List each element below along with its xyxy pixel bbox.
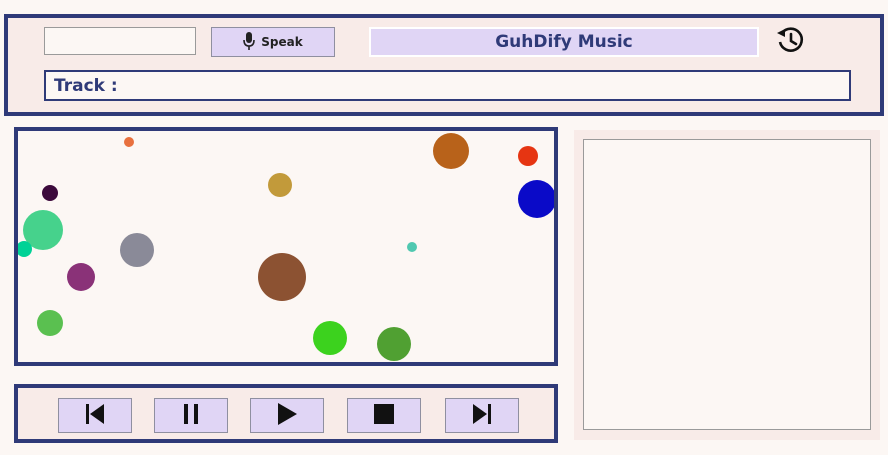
- speak-label: Speak: [261, 35, 303, 49]
- pause-button[interactable]: [154, 398, 228, 433]
- visualizer-canvas: [14, 127, 558, 366]
- track-bar: Track :: [44, 70, 851, 101]
- playlist-area: [583, 139, 871, 430]
- top-bar: Speak GuhDify Music Track :: [4, 14, 884, 116]
- visualizer-bubble: [518, 180, 554, 218]
- visualizer-bubble: [407, 242, 417, 252]
- visualizer-bubble: [42, 185, 58, 201]
- history-icon: [775, 25, 805, 59]
- microphone-icon: [243, 31, 256, 53]
- visualizer-bubble: [120, 233, 154, 267]
- speak-button[interactable]: Speak: [211, 27, 335, 57]
- visualizer-bubble: [37, 310, 63, 336]
- visualizer-bubble: [67, 263, 95, 291]
- visualizer-bubble: [313, 321, 347, 355]
- search-input[interactable]: [44, 27, 196, 55]
- app-title: GuhDify Music: [369, 27, 759, 57]
- skip-next-icon: [471, 403, 493, 429]
- playback-controls: [14, 384, 558, 443]
- stop-icon: [373, 403, 395, 429]
- previous-button[interactable]: [58, 398, 132, 433]
- skip-previous-icon: [84, 403, 106, 429]
- side-panel: [574, 130, 880, 440]
- visualizer-bubble: [518, 146, 538, 166]
- history-button[interactable]: [772, 24, 808, 60]
- visualizer-bubble: [258, 253, 306, 301]
- stop-button[interactable]: [347, 398, 421, 433]
- visualizer-bubble: [268, 173, 292, 197]
- visualizer-bubble: [433, 133, 469, 169]
- track-label: Track :: [54, 75, 118, 96]
- play-button[interactable]: [250, 398, 324, 433]
- next-button[interactable]: [445, 398, 519, 433]
- play-icon: [276, 402, 298, 429]
- visualizer-bubble: [377, 327, 411, 361]
- pause-icon: [180, 403, 202, 429]
- visualizer-bubbles: [18, 133, 554, 361]
- visualizer-bubble: [124, 137, 134, 147]
